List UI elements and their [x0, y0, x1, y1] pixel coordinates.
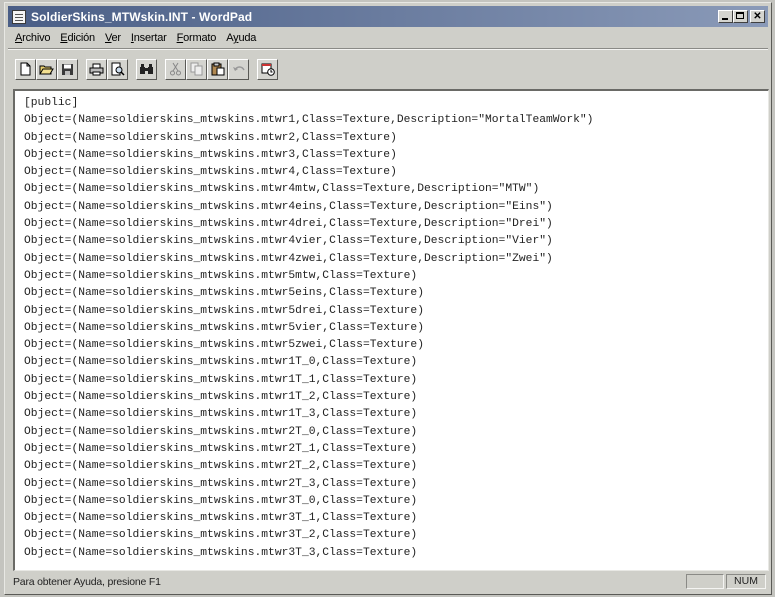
- copy-button[interactable]: [186, 58, 207, 80]
- document-editor[interactable]: [public] Object=(Name=soldierskins_mtwski…: [13, 89, 769, 571]
- document-line: Object=(Name=soldierskins_mtwskins.mtwr1…: [24, 373, 418, 386]
- document-line: Object=(Name=soldierskins_mtwskins.mtwr3…: [24, 546, 418, 559]
- menu-formato[interactable]: Formato: [172, 32, 222, 44]
- print-button[interactable]: [86, 58, 107, 80]
- new-document-icon: [20, 62, 31, 76]
- find-binoculars-icon: [140, 64, 153, 74]
- undo-button[interactable]: [228, 58, 249, 80]
- print-preview-icon: [111, 62, 125, 76]
- document-line: Object=(Name=soldierskins_mtwskins.mtwr2…: [24, 477, 418, 490]
- status-bar: Para obtener Ayuda, presione F1 NUM: [8, 572, 768, 591]
- paste-button[interactable]: [207, 58, 228, 80]
- status-help-text: Para obtener Ayuda, presione F1: [13, 575, 161, 588]
- toolbar-divider: [8, 48, 768, 50]
- print-preview-button[interactable]: [107, 58, 128, 80]
- document-line: Object=(Name=soldierskins_mtwskins.mtwr5…: [24, 339, 424, 352]
- document-line: Object=(Name=soldierskins_mtwskins.mtwr3…: [24, 148, 397, 161]
- document-line: Object=(Name=soldierskins_mtwskins.mtwr1…: [24, 408, 418, 421]
- menu-insertar[interactable]: Insertar: [126, 32, 172, 44]
- close-icon: ✕: [753, 11, 762, 22]
- minimize-button[interactable]: [718, 10, 733, 23]
- new-button[interactable]: [15, 58, 36, 80]
- save-button[interactable]: [57, 58, 78, 80]
- document-line: Object=(Name=soldierskins_mtwskins.mtwr2…: [24, 442, 418, 455]
- menu-bar: Archivo Edición Ver Insertar Formato Ayu…: [8, 29, 768, 47]
- maximize-icon: [736, 12, 744, 19]
- document-line: Object=(Name=soldierskins_mtwskins.mtwr5…: [24, 269, 418, 282]
- menu-ver[interactable]: Ver: [100, 32, 126, 44]
- wordpad-app-icon[interactable]: [12, 9, 26, 24]
- document-line: Object=(Name=soldierskins_mtwskins.mtwr2…: [24, 425, 418, 438]
- cut-scissors-icon: [170, 62, 181, 76]
- wordpad-window: SoldierSkins_MTWskin.INT - WordPad ✕ Arc…: [4, 2, 772, 595]
- copy-icon: [190, 62, 202, 76]
- undo-icon: [232, 66, 245, 71]
- document-line: Object=(Name=soldierskins_mtwskins.mtwr4…: [24, 166, 397, 179]
- num-lock-indicator: NUM: [726, 574, 766, 589]
- document-text: [public] Object=(Name=soldierskins_mtwski…: [24, 95, 593, 562]
- insert-datetime-button[interactable]: [257, 58, 278, 80]
- document-line: Object=(Name=soldierskins_mtwskins.mtwr1…: [24, 391, 418, 404]
- document-line: Object=(Name=soldierskins_mtwskins.mtwr1…: [24, 114, 594, 127]
- document-line: [public]: [24, 97, 79, 109]
- document-line: Object=(Name=soldierskins_mtwskins.mtwr5…: [24, 287, 424, 300]
- status-panel-empty: [686, 574, 724, 589]
- save-disk-icon: [62, 63, 73, 75]
- insert-datetime-icon: [261, 63, 275, 76]
- menu-ayuda[interactable]: Ayuda: [221, 32, 261, 44]
- document-line: Object=(Name=soldierskins_mtwskins.mtwr4…: [24, 235, 553, 248]
- document-line: Object=(Name=soldierskins_mtwskins.mtwr3…: [24, 512, 418, 525]
- document-line: Object=(Name=soldierskins_mtwskins.mtwr4…: [24, 218, 553, 231]
- toolbar: [15, 55, 278, 83]
- print-icon: [89, 63, 104, 75]
- paste-icon: [211, 62, 224, 76]
- close-button[interactable]: ✕: [750, 10, 765, 23]
- document-line: Object=(Name=soldierskins_mtwskins.mtwr3…: [24, 529, 418, 542]
- menu-archivo[interactable]: Archivo: [8, 32, 55, 44]
- cut-button[interactable]: [165, 58, 186, 80]
- document-line: Object=(Name=soldierskins_mtwskins.mtwr5…: [24, 304, 424, 317]
- window-title: SoldierSkins_MTWskin.INT - WordPad: [31, 9, 253, 24]
- document-line: Object=(Name=soldierskins_mtwskins.mtwr2…: [24, 131, 397, 144]
- menu-edicion[interactable]: Edición: [55, 32, 100, 44]
- document-line: Object=(Name=soldierskins_mtwskins.mtwr4…: [24, 252, 553, 265]
- document-line: Object=(Name=soldierskins_mtwskins.mtwr3…: [24, 494, 418, 507]
- minimize-icon: [722, 18, 728, 20]
- document-line: Object=(Name=soldierskins_mtwskins.mtwr2…: [24, 460, 418, 473]
- document-line: Object=(Name=soldierskins_mtwskins.mtwr4…: [24, 183, 540, 196]
- document-line: Object=(Name=soldierskins_mtwskins.mtwr4…: [24, 200, 553, 213]
- find-button[interactable]: [136, 58, 157, 80]
- open-button[interactable]: [36, 58, 57, 80]
- document-line: Object=(Name=soldierskins_mtwskins.mtwr5…: [24, 321, 424, 334]
- maximize-button[interactable]: [733, 10, 748, 23]
- document-line: Object=(Name=soldierskins_mtwskins.mtwr1…: [24, 356, 418, 369]
- window-controls: ✕: [718, 10, 765, 23]
- open-folder-icon: [39, 65, 54, 74]
- title-bar[interactable]: SoldierSkins_MTWskin.INT - WordPad ✕: [8, 6, 768, 27]
